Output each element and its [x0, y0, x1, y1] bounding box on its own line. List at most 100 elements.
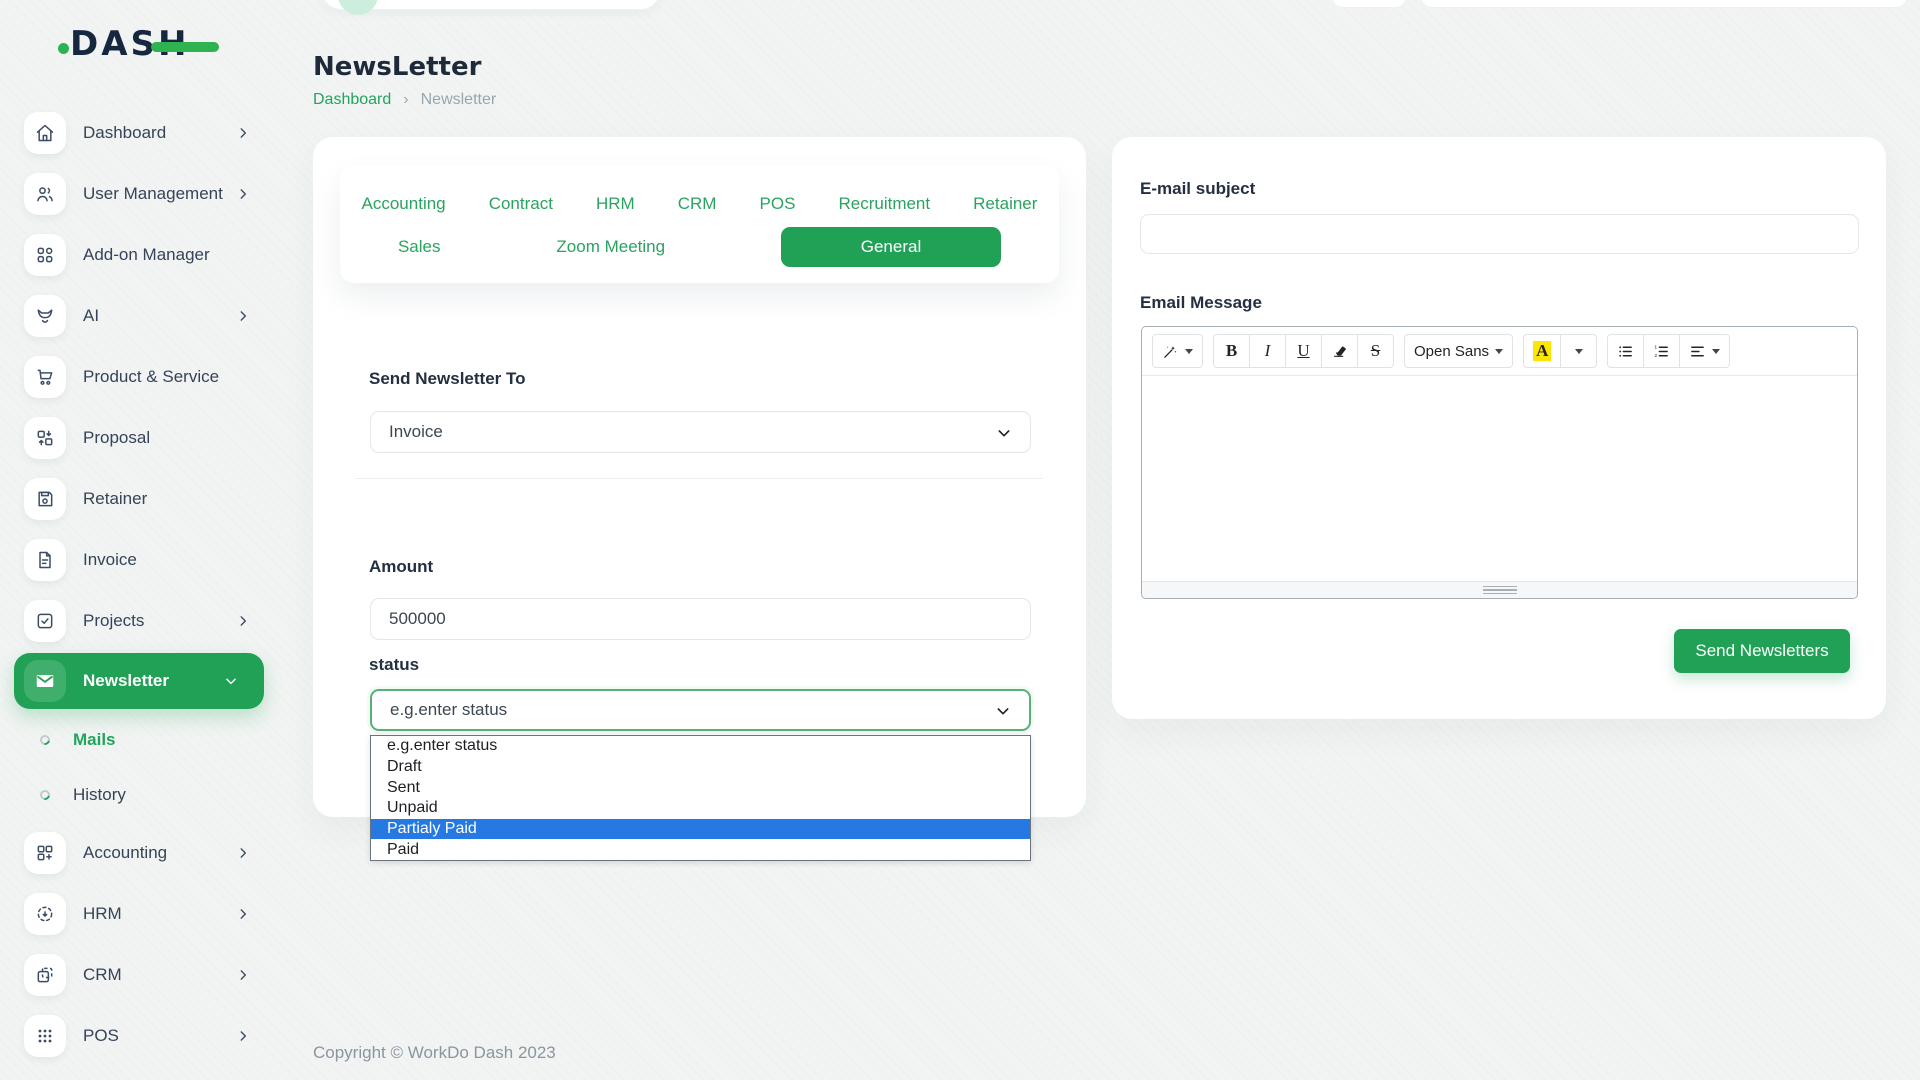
grid-icon — [24, 234, 66, 276]
home-icon — [24, 112, 66, 154]
sidebar-menu: Dashboard User Management Add-on Manager… — [0, 102, 280, 1066]
sidebar-item-invoice[interactable]: Invoice — [0, 529, 280, 590]
bold-button[interactable]: B — [1213, 334, 1250, 368]
breadcrumb: Dashboard › Newsletter — [313, 91, 496, 109]
unordered-list-button[interactable] — [1607, 334, 1644, 368]
status-label: status — [369, 655, 419, 675]
sidebar-item-dashboard[interactable]: Dashboard — [0, 102, 280, 163]
sidebar-item-projects[interactable]: Projects — [0, 590, 280, 651]
swap-boxes-icon — [24, 417, 66, 459]
sidebar: DASH Dashboard User Management Add-on Ma… — [0, 0, 280, 1080]
status-option[interactable]: Paid — [371, 839, 1030, 860]
status-option[interactable]: e.g.enter status — [371, 736, 1030, 757]
layers-icon — [24, 954, 66, 996]
email-message-label: Email Message — [1140, 293, 1262, 313]
sidebar-item-newsletter[interactable]: Newsletter — [14, 653, 264, 709]
target-dashed-icon — [24, 893, 66, 935]
tab-zoom-meeting[interactable]: Zoom Meeting — [556, 237, 665, 257]
topbar-search-partial[interactable] — [321, 0, 661, 10]
topbar-bar-partial[interactable] — [1420, 0, 1908, 8]
status-option-highlighted[interactable]: Partialy Paid — [371, 819, 1030, 840]
chevron-down-icon — [996, 425, 1012, 441]
chevron-right-icon — [236, 907, 250, 921]
topbar-button-partial[interactable] — [1331, 0, 1407, 8]
chevron-right-icon — [236, 187, 250, 201]
tab-recruitment[interactable]: Recruitment — [838, 194, 930, 214]
module-tabs: Accounting Contract HRM CRM POS Recruitm… — [340, 165, 1059, 283]
logo-dash-bar — [151, 42, 219, 52]
tab-crm[interactable]: CRM — [678, 194, 717, 214]
ordered-list-button[interactable]: 12 — [1643, 334, 1680, 368]
editor-content-area[interactable] — [1142, 375, 1857, 581]
editor-resize-bar[interactable] — [1142, 581, 1857, 598]
tab-general-active[interactable]: General — [781, 227, 1001, 267]
color-letter: A — [1533, 341, 1551, 361]
dots-grid-icon — [24, 1015, 66, 1057]
breadcrumb-separator: › — [403, 91, 408, 109]
sidebar-item-retainer[interactable]: Retainer — [0, 468, 280, 529]
sidebar-item-user-management[interactable]: User Management — [0, 163, 280, 224]
font-color-dropdown[interactable] — [1560, 334, 1597, 368]
sidebar-subitem-label: History — [73, 785, 126, 805]
users-icon — [24, 173, 66, 215]
editor-toolbar: B I U S Open Sans A 12 — [1142, 327, 1857, 375]
sidebar-item-accounting[interactable]: Accounting — [0, 822, 280, 883]
caret-down-icon — [1495, 349, 1503, 354]
floppy-icon — [24, 478, 66, 520]
email-subject-label: E-mail subject — [1140, 179, 1255, 199]
sidebar-subitem-mails[interactable]: Mails — [0, 712, 280, 767]
send-to-value: Invoice — [389, 422, 443, 442]
sidebar-item-label: Projects — [83, 611, 144, 631]
chevron-right-icon — [236, 1029, 250, 1043]
sidebar-item-crm[interactable]: CRM — [0, 944, 280, 1005]
chevron-right-icon — [236, 968, 250, 982]
sidebar-item-label: Invoice — [83, 550, 137, 570]
grid-plus-icon — [24, 832, 66, 874]
font-family-dropdown[interactable]: Open Sans — [1404, 334, 1513, 368]
sidebar-subitem-label: Mails — [73, 730, 116, 750]
status-option[interactable]: Draft — [371, 757, 1030, 778]
send-newsletter-to-label: Send Newsletter To — [369, 369, 526, 389]
tab-pos[interactable]: POS — [760, 194, 796, 214]
brand-logo[interactable]: DASH — [70, 22, 189, 66]
sidebar-item-label: Retainer — [83, 489, 147, 509]
strikethrough-button[interactable]: S — [1357, 334, 1394, 368]
sidebar-item-product-service[interactable]: Product & Service — [0, 346, 280, 407]
sidebar-item-label: Accounting — [83, 843, 167, 863]
send-to-select[interactable]: Invoice — [370, 411, 1031, 453]
status-option[interactable]: Unpaid — [371, 798, 1030, 819]
footer-copyright: Copyright © WorkDo Dash 2023 — [313, 1043, 556, 1063]
tab-accounting[interactable]: Accounting — [362, 194, 446, 214]
tab-hrm[interactable]: HRM — [596, 194, 635, 214]
tab-contract[interactable]: Contract — [489, 194, 553, 214]
send-newsletters-button[interactable]: Send Newsletters — [1674, 629, 1850, 673]
sidebar-item-proposal[interactable]: Proposal — [0, 407, 280, 468]
amount-input[interactable] — [370, 598, 1031, 640]
font-name-value: Open Sans — [1414, 343, 1489, 360]
sidebar-item-pos[interactable]: POS — [0, 1005, 280, 1066]
paragraph-align-dropdown[interactable] — [1679, 334, 1730, 368]
sidebar-item-ai[interactable]: AI — [0, 285, 280, 346]
magic-style-button[interactable] — [1152, 334, 1203, 368]
tab-sales[interactable]: Sales — [398, 237, 441, 257]
tab-retainer[interactable]: Retainer — [973, 194, 1037, 214]
breadcrumb-dashboard-link[interactable]: Dashboard — [313, 91, 391, 109]
rich-text-editor: B I U S Open Sans A 12 — [1141, 326, 1858, 599]
chevron-right-icon — [236, 614, 250, 628]
bullet-ring-icon — [38, 733, 52, 747]
sidebar-item-label: AI — [83, 306, 99, 326]
font-color-button[interactable]: A — [1523, 334, 1561, 368]
email-subject-input[interactable] — [1140, 214, 1859, 254]
sidebar-item-label: Newsletter — [83, 671, 169, 691]
sidebar-item-addon-manager[interactable]: Add-on Manager — [0, 224, 280, 285]
sidebar-item-label: Proposal — [83, 428, 150, 448]
caret-down-icon — [1712, 349, 1720, 354]
sidebar-item-label: Dashboard — [83, 123, 166, 143]
underline-button[interactable]: U — [1285, 334, 1322, 368]
status-select[interactable]: e.g.enter status — [370, 689, 1031, 731]
sidebar-subitem-history[interactable]: History — [0, 767, 280, 822]
italic-button[interactable]: I — [1249, 334, 1286, 368]
clear-format-button[interactable] — [1321, 334, 1358, 368]
status-option[interactable]: Sent — [371, 777, 1030, 798]
sidebar-item-hrm[interactable]: HRM — [0, 883, 280, 944]
